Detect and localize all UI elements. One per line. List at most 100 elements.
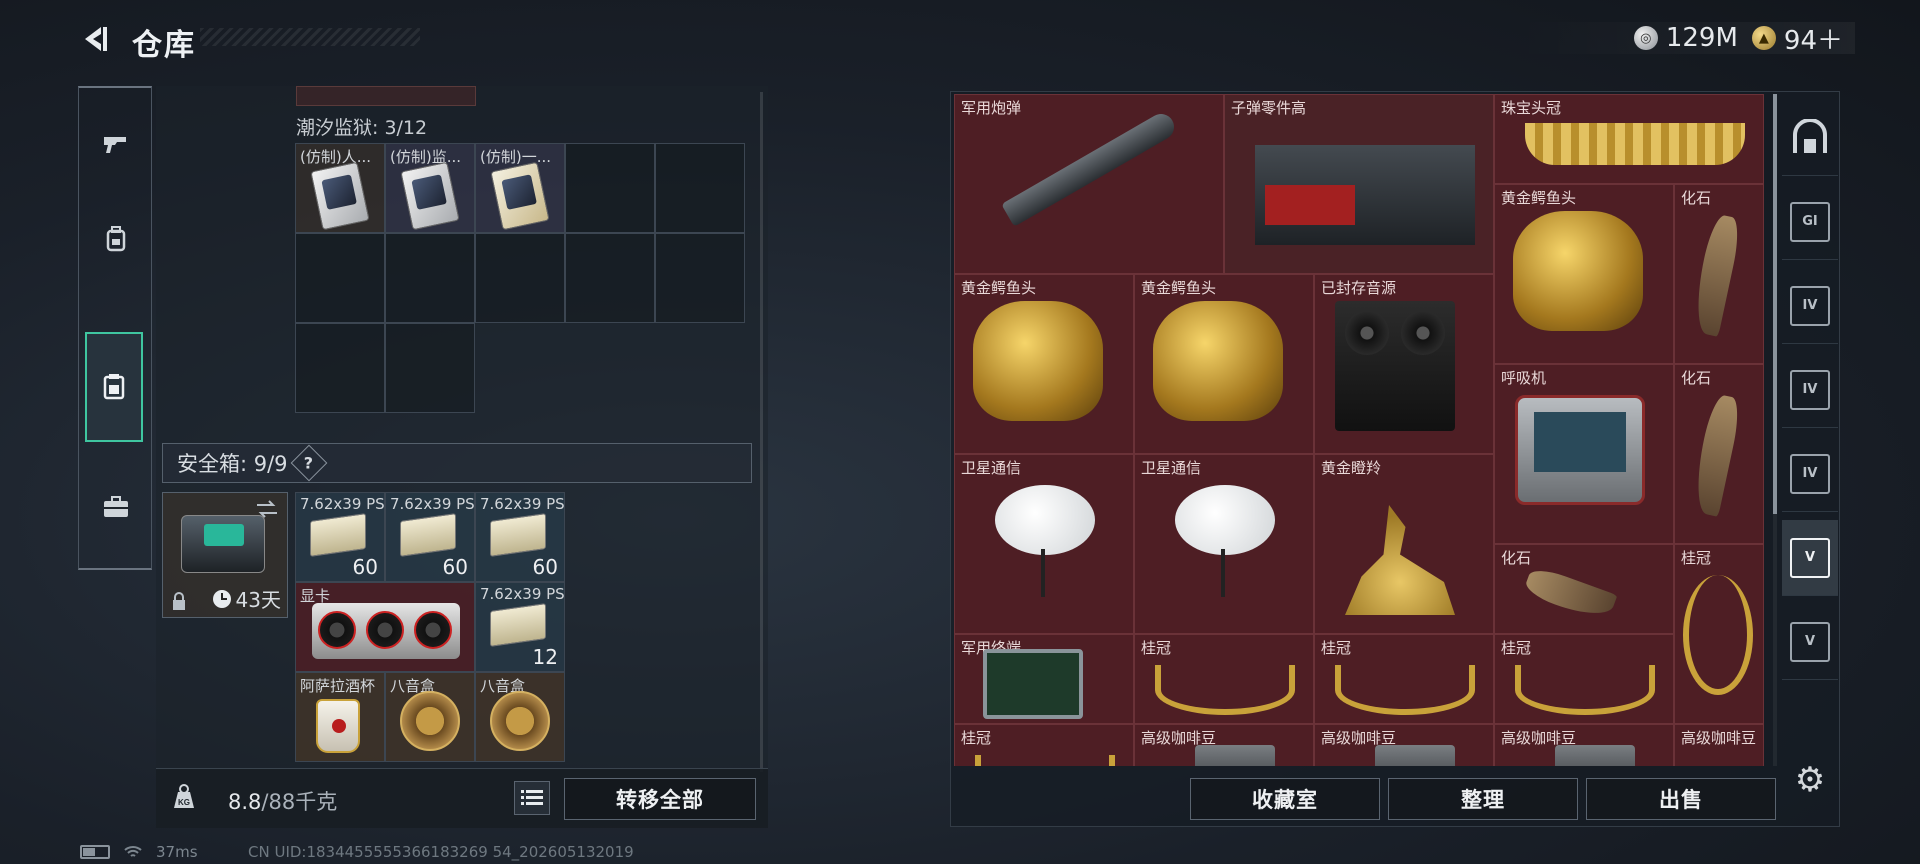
laurel-crown-image <box>1515 665 1655 715</box>
grid-item[interactable]: 八音盒 <box>475 672 565 762</box>
list-view-button[interactable] <box>514 781 550 815</box>
grid-slot-empty[interactable] <box>565 143 655 233</box>
grid-item[interactable]: 7.62x39 PS 60 <box>295 492 385 582</box>
stash-item[interactable]: 化石 <box>1674 364 1764 544</box>
missile-image <box>1001 109 1179 227</box>
stash-item[interactable]: 卫星通信 <box>954 454 1134 634</box>
stash-item[interactable]: 桂冠 <box>1134 634 1314 724</box>
nav-item-case[interactable] <box>87 470 145 544</box>
grid-slot-empty[interactable] <box>475 233 565 323</box>
stash-item[interactable]: 化石 <box>1494 544 1674 634</box>
settings-button[interactable]: ⚙ <box>1792 760 1828 800</box>
currency-bar: ◎ 129M ▲ 94＋ <box>1515 20 1855 57</box>
safe-box[interactable]: 43天 <box>162 492 288 618</box>
briefcase-icon <box>104 496 128 517</box>
stash-item[interactable]: 高级咖啡豆 <box>1314 724 1494 766</box>
stash-item[interactable]: 呼吸机 <box>1494 364 1674 544</box>
stash-item[interactable]: 黄金鳄鱼头 <box>954 274 1134 454</box>
grid-item[interactable]: 显卡 <box>295 582 475 672</box>
currency-silver[interactable]: ◎ 129M <box>1633 23 1738 53</box>
stash-tab-v[interactable]: V <box>1782 604 1838 680</box>
grid-item[interactable]: 7.62x39 PS 60 <box>385 492 475 582</box>
safe-box-image <box>181 515 265 573</box>
stash-item[interactable]: 高级咖啡豆 <box>1134 724 1314 766</box>
sort-button[interactable]: 整理 <box>1388 778 1578 820</box>
back-button[interactable] <box>78 22 112 56</box>
currency-gold-value: 94＋ <box>1783 25 1843 56</box>
grid-slot-empty[interactable] <box>655 143 745 233</box>
grid-item[interactable]: 阿萨拉酒杯 <box>295 672 385 762</box>
laurel-crown-image <box>1155 665 1295 715</box>
grid-item[interactable]: 7.62x39 PS 60 <box>475 492 565 582</box>
collection-room-button[interactable]: 收藏室 <box>1190 778 1380 820</box>
stash-scrollbar-thumb[interactable] <box>1773 94 1777 514</box>
stash-tab-icon: IV <box>1790 453 1830 494</box>
stash-item[interactable]: 桂冠 <box>1314 634 1494 724</box>
safe-box-grid: 7.62x39 PS 60 7.62x39 PS 60 7.62x39 PS 6… <box>295 492 565 762</box>
grid-item[interactable]: (仿制)人... <box>295 143 385 233</box>
nav-item-gear[interactable] <box>87 202 145 276</box>
grid-slot-empty[interactable] <box>385 233 475 323</box>
grid-slot-empty[interactable] <box>295 323 385 413</box>
stash-item[interactable]: 卫星通信 <box>1134 454 1314 634</box>
vault-door-icon <box>1793 118 1827 153</box>
currency-gold[interactable]: ▲ 94＋ <box>1751 20 1843 57</box>
previous-container-item[interactable] <box>296 86 476 106</box>
container-title: 潮汐监狱: 3/12 <box>296 117 428 139</box>
safe-box-bar: 安全箱: 9/9 ? <box>162 443 752 483</box>
stash-tab-iv-3[interactable]: IV <box>1782 436 1838 512</box>
stash-tab-v-active[interactable]: V <box>1782 520 1838 596</box>
stash-tab-icon: V <box>1790 537 1830 578</box>
grid-slot-empty[interactable] <box>655 233 745 323</box>
stash-item[interactable]: 黄金鳄鱼头 <box>1134 274 1314 454</box>
grid-slot-empty[interactable] <box>295 233 385 323</box>
stash-tab-iv-2[interactable]: IV <box>1782 352 1838 428</box>
stash-item[interactable]: 黄金瞪羚 <box>1314 454 1494 634</box>
stash-item[interactable]: 子弹零件高 <box>1224 94 1494 274</box>
ping-value: 37ms <box>156 843 198 861</box>
grid-slot-empty[interactable] <box>385 323 475 413</box>
title-decoration <box>200 28 420 46</box>
stash-tab-vault[interactable] <box>1782 100 1838 176</box>
keycard-image <box>310 161 370 231</box>
stash-item[interactable]: 桂冠 <box>1674 544 1764 724</box>
list-icon <box>521 790 543 805</box>
safe-box-label: 安全箱: 9/9 <box>177 452 288 476</box>
nav-item-weapons[interactable] <box>87 106 145 180</box>
nav-item-storage[interactable] <box>85 332 143 442</box>
gun-icon <box>104 137 126 153</box>
help-button[interactable]: ? <box>290 444 327 482</box>
coffee-beans-image <box>1195 745 1275 766</box>
container-grid: (仿制)人... (仿制)监... (仿制)一... <box>295 143 745 413</box>
laurel-crown-image <box>975 755 1115 766</box>
stash-tab-gi[interactable]: GI <box>1782 184 1838 260</box>
inventory-scrollbar[interactable] <box>760 92 763 772</box>
fossil-image <box>1688 393 1744 517</box>
sell-button[interactable]: 出售 <box>1586 778 1776 820</box>
ammo-box-image <box>310 513 366 557</box>
stash-item[interactable]: 化石 <box>1674 184 1764 364</box>
stash-item[interactable]: 黄金鳄鱼头 <box>1494 184 1674 364</box>
stash-item[interactable]: 桂冠 <box>954 724 1134 766</box>
stash-item[interactable]: 桂冠 <box>1494 634 1674 724</box>
stash-item[interactable]: 高级咖啡豆 <box>1674 724 1764 766</box>
stash-item[interactable]: 已封存音源 <box>1314 274 1494 454</box>
backpack-icon <box>106 226 126 252</box>
grid-item[interactable]: 八音盒 <box>385 672 475 762</box>
stash-item[interactable]: 军用终端 <box>954 634 1134 724</box>
music-box-image <box>400 691 460 751</box>
grid-item[interactable]: (仿制)监... <box>385 143 475 233</box>
grid-item[interactable]: 7.62x39 PS 12 <box>475 582 565 672</box>
reel-recorder-image <box>1335 301 1455 431</box>
transfer-all-button[interactable]: 转移全部 <box>564 778 756 820</box>
stash-item[interactable]: 珠宝头冠 <box>1494 94 1764 184</box>
stash-item[interactable]: 军用炮弹 <box>954 94 1224 274</box>
stash-item[interactable]: 高级咖啡豆 <box>1494 724 1674 766</box>
satellite-dish-image <box>995 485 1095 555</box>
keycard-image <box>490 161 550 231</box>
grid-item[interactable]: (仿制)一... <box>475 143 565 233</box>
grid-slot-empty[interactable] <box>565 233 655 323</box>
weight-max: /88千克 <box>261 790 338 814</box>
stash-grid: 军用炮弹 子弹零件高 珠宝头冠 黄金鳄鱼头 化石 黄金鳄鱼头 黄金鳄鱼头 已封存… <box>954 94 1766 766</box>
stash-tab-iv-1[interactable]: IV <box>1782 268 1838 344</box>
